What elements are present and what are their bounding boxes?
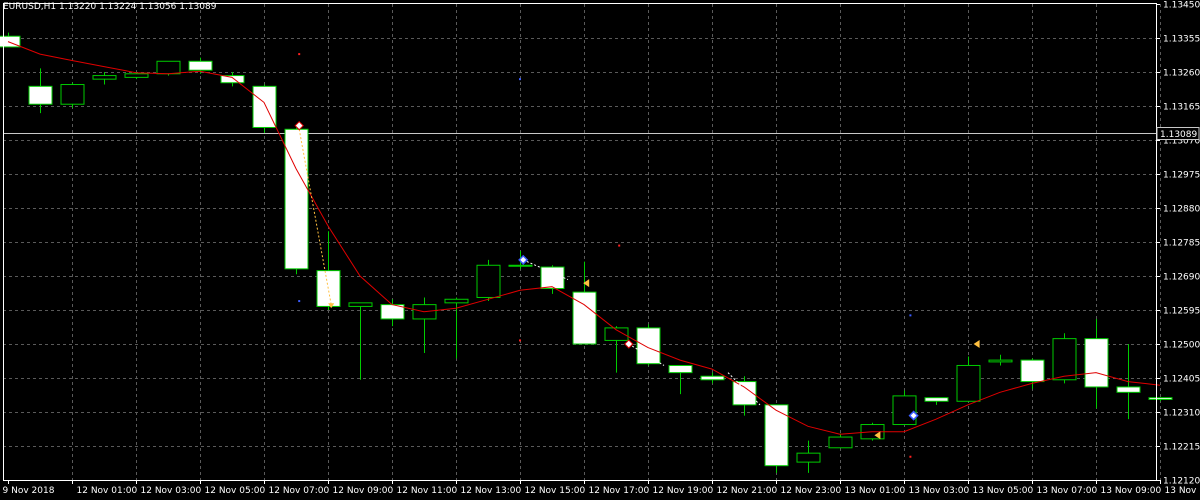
y-tick-label: 1.13355 [1163,35,1200,45]
candle-bearish [540,266,565,290]
candle-bullish [348,302,373,307]
candle-bearish [1148,397,1173,400]
y-tick-label: 1.12120 [1163,477,1200,487]
candle-bearish [1116,386,1141,393]
candle-bullish [892,395,917,426]
signal-dot [298,53,301,56]
y-tick-label: 1.12595 [1163,307,1200,317]
current-price-label: 1.13089 [1160,130,1197,140]
x-tick-label: 13 Nov 03:00 [909,486,970,496]
candle-bearish [668,364,693,374]
x-tick-label: 12 Nov 23:00 [781,486,842,496]
chart-grid [3,4,1161,480]
signal-dot [519,78,521,81]
candle-bearish [252,85,277,128]
x-tick-label: 13 Nov 05:00 [973,486,1034,496]
candlestick-series [0,32,1173,473]
candle-bullish [988,359,1013,363]
candle-bullish [796,452,821,463]
candle-bearish [220,75,245,84]
x-tick-label: 13 Nov 01:00 [845,486,906,496]
x-tick-label: 13 Nov 07:00 [1037,486,1098,496]
ohlc-values: 1.13220 1.13224 1.13056 1.13089 [59,2,217,12]
candle-bearish [1084,338,1109,388]
symbol-ohlc-label: EURUSD,H1 1.13220 1.13224 1.13056 1.1308… [3,2,216,12]
signal-markers [294,53,980,458]
candle-bullish [444,298,469,304]
y-tick-label: 1.12880 [1163,205,1200,215]
y-tick-label: 1.12690 [1163,273,1200,283]
y-tick-label: 1.12215 [1163,443,1200,453]
candle-bearish [188,60,213,71]
x-tick-label: 13 Nov 11:00 [1165,486,1200,496]
y-tick-label: 1.12405 [1163,375,1200,385]
signal-dot [618,244,621,247]
chart-axes: 1.134501.133551.132601.131651.130701.129… [3,1,1200,497]
x-tick-label: 9 Nov 2018 [3,486,55,496]
x-tick-label: 12 Nov 15:00 [525,486,586,496]
x-tick-label: 12 Nov 03:00 [141,486,202,496]
candle-bearish [924,397,949,402]
candle-bullish [156,60,181,75]
candle-bullish [124,73,149,78]
signal-dot [519,339,521,342]
candle-bearish [284,128,309,270]
sell-signal-marker [624,339,634,349]
symbol-name: EURUSD,H1 [3,2,57,12]
y-tick-label: 1.13260 [1163,69,1200,79]
x-tick-label: 12 Nov 09:00 [333,486,394,496]
signal-dot [909,455,912,458]
candle-bearish [1020,359,1045,383]
candle-bullish [92,75,117,80]
y-tick-label: 1.12975 [1163,171,1200,181]
candle-bullish [60,84,85,105]
x-tick-label: 12 Nov 01:00 [77,486,138,496]
x-tick-label: 12 Nov 19:00 [653,486,714,496]
candle-bullish [1052,338,1077,381]
x-tick-label: 12 Nov 11:00 [397,486,458,496]
candle-bullish [508,264,533,267]
candle-bearish [636,327,661,365]
y-tick-label: 1.12785 [1163,239,1200,249]
signal-marker [973,340,980,348]
signal-dot [909,314,912,317]
candle-bullish [828,436,853,449]
x-tick-label: 12 Nov 07:00 [269,486,330,496]
candle-bearish [28,85,53,105]
candle-bearish [700,375,725,381]
price-chart[interactable]: 1.134501.133551.132601.131651.130701.129… [0,0,1200,500]
y-tick-label: 1.13165 [1163,103,1200,113]
signal-dot [298,300,301,303]
x-tick-label: 12 Nov 17:00 [589,486,650,496]
x-tick-label: 12 Nov 21:00 [717,486,778,496]
y-tick-label: 1.12310 [1163,409,1200,419]
y-tick-label: 1.13450 [1163,1,1200,11]
candle-bullish [476,264,501,298]
x-tick-label: 12 Nov 13:00 [461,486,522,496]
y-tick-label: 1.12500 [1163,341,1200,351]
x-tick-label: 13 Nov 09:00 [1101,486,1162,496]
candle-bullish [956,364,981,402]
x-tick-label: 12 Nov 05:00 [205,486,266,496]
